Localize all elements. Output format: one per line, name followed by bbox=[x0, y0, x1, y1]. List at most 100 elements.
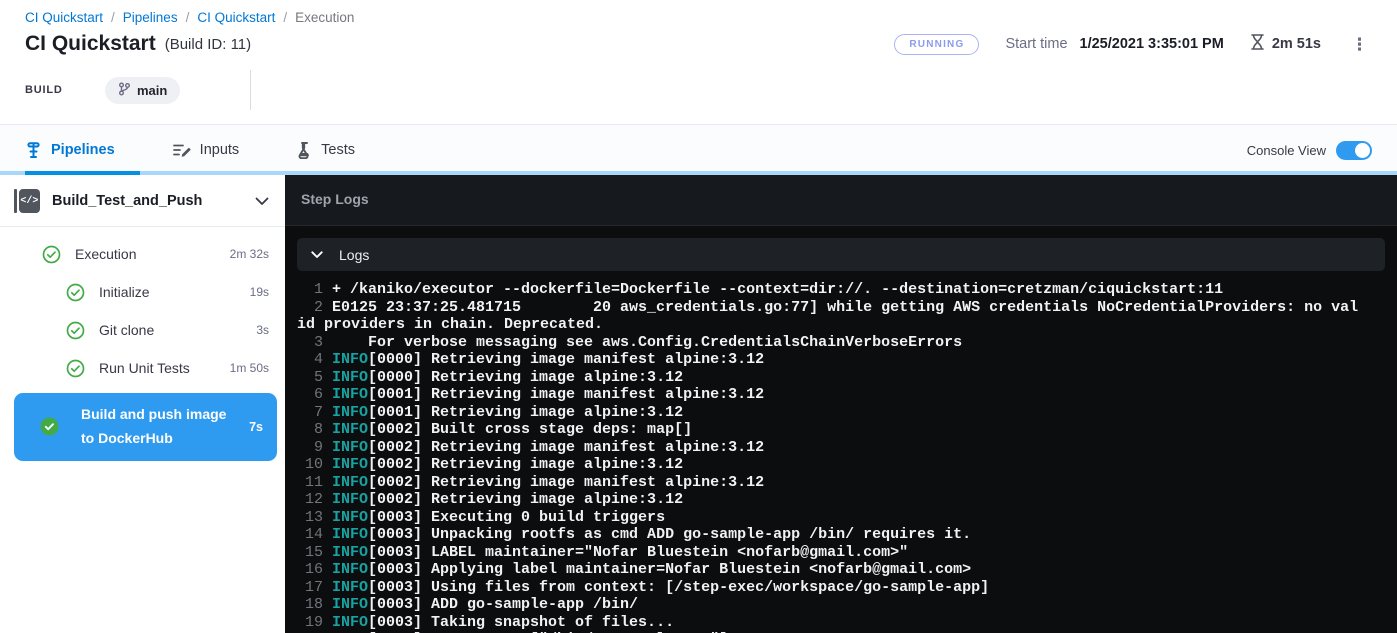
step-row-build-and-push-image-to-dockerhub[interactable]: Build and push image to DockerHub 7s bbox=[14, 393, 277, 461]
tab-pipelines[interactable]: Pipelines bbox=[25, 142, 115, 159]
pipelines-icon bbox=[25, 142, 42, 159]
log-info-tag: INFO bbox=[332, 474, 368, 491]
pipeline-sidebar: </> Build_Test_and_Push Execution 2m 32s I… bbox=[0, 175, 285, 633]
step-row-initialize[interactable]: Initialize 19s bbox=[0, 279, 285, 305]
log-info-tag: INFO bbox=[332, 561, 368, 578]
duration: 2m 51s bbox=[1250, 34, 1321, 54]
log-line-number: 4 bbox=[297, 351, 323, 369]
log-text: [0000] Retrieving image manifest alpine:… bbox=[368, 351, 764, 368]
step-duration: 19s bbox=[250, 285, 269, 299]
stage-header[interactable]: </> Build_Test_and_Push bbox=[0, 175, 285, 226]
log-line-number: 3 bbox=[297, 334, 323, 352]
log-line: 12 INFO[0002] Retrieving image alpine:3.1… bbox=[297, 491, 1363, 509]
log-text: [0002] Retrieving image manifest alpine:… bbox=[368, 439, 764, 456]
log-line-number: 2 bbox=[297, 299, 323, 317]
log-line-number: 18 bbox=[297, 596, 323, 614]
chevron-down-icon bbox=[311, 251, 323, 259]
step-row-execution[interactable]: Execution 2m 32s bbox=[0, 241, 285, 267]
log-text: [0003] Taking snapshot of files... bbox=[368, 614, 674, 631]
tab-tests[interactable]: Tests bbox=[297, 142, 355, 159]
log-line-number: 11 bbox=[297, 474, 323, 492]
log-text: [0002] Retrieving image alpine:3.12 bbox=[368, 456, 683, 473]
log-info-tag: INFO bbox=[332, 491, 368, 508]
breadcrumb-item[interactable]: CI Quickstart bbox=[25, 10, 103, 25]
chevron-down-icon[interactable] bbox=[255, 197, 269, 206]
log-line: 18INFO[0003] ADD go-sample-app /bin/ bbox=[297, 596, 1363, 614]
log-line: 9 INFO[0002] Retrieving image manifest al… bbox=[297, 439, 1363, 457]
step-row-git-clone[interactable]: Git clone3s bbox=[0, 317, 285, 343]
step-label: Execution bbox=[75, 246, 136, 262]
log-text: [0003] Unpacking rootfs as cmd ADD go-sa… bbox=[368, 526, 971, 543]
log-line-number: 15 bbox=[297, 544, 323, 562]
step-duration: 3s bbox=[256, 323, 269, 337]
branch-tag[interactable]: main bbox=[105, 77, 180, 104]
log-text: [0000] Retrieving image alpine:3.12 bbox=[368, 369, 683, 386]
logs-accordion[interactable]: Logs bbox=[297, 238, 1385, 271]
log-panel-title: Step Logs bbox=[301, 191, 369, 207]
breadcrumb-separator: / bbox=[186, 10, 190, 25]
log-text: [0003] Executing 0 build triggers bbox=[368, 509, 665, 526]
log-lines[interactable]: 1 + /kaniko/executor --dockerfile=Dockerf… bbox=[285, 277, 1363, 633]
log-line-number: 12 bbox=[297, 491, 323, 509]
step-label: Run Unit Tests bbox=[99, 360, 190, 376]
execution-header: CI Quickstart/Pipelines/CI Quickstart/Ex… bbox=[0, 0, 1397, 124]
log-line: 15INFO[0003] LABEL maintainer="Nofar Blu… bbox=[297, 544, 1363, 562]
log-info-tag: INFO bbox=[332, 421, 368, 438]
step-label: Build and push image to DockerHub bbox=[81, 403, 231, 451]
breadcrumb: CI Quickstart/Pipelines/CI Quickstart/Ex… bbox=[25, 10, 1372, 25]
start-time: Start time 1/25/2021 3:35:01 PM bbox=[1005, 36, 1223, 52]
stage-name: Build_Test_and_Push bbox=[52, 193, 202, 209]
step-duration: 1m 50s bbox=[230, 361, 269, 375]
log-text: [0003] Applying label maintainer=Nofar B… bbox=[368, 561, 971, 578]
log-text: [0003] Using files from context: [/step-… bbox=[368, 579, 989, 596]
log-text: + /kaniko/executor --dockerfile=Dockerfi… bbox=[332, 281, 1223, 298]
log-info-tag: INFO bbox=[332, 369, 368, 386]
breadcrumb-item[interactable]: Pipelines bbox=[123, 10, 178, 25]
log-text: For verbose messaging see aws.Config.Cre… bbox=[332, 334, 962, 351]
active-tab-underline bbox=[25, 171, 140, 175]
log-line: 3 For verbose messaging see aws.Config.C… bbox=[297, 334, 1363, 352]
log-text: [0002] Retrieving image alpine:3.12 bbox=[368, 491, 683, 508]
step-duration: 2m 32s bbox=[230, 247, 269, 261]
log-info-tag: INFO bbox=[332, 439, 368, 456]
page-title: CI Quickstart bbox=[25, 32, 156, 56]
tab-label: Inputs bbox=[200, 142, 240, 158]
log-info-tag: INFO bbox=[332, 579, 368, 596]
log-line-number: 5 bbox=[297, 369, 323, 387]
log-line: 10INFO[0002] Retrieving image alpine:3.1… bbox=[297, 456, 1363, 474]
breadcrumb-item[interactable]: CI Quickstart bbox=[197, 10, 275, 25]
breadcrumb-item: Execution bbox=[295, 10, 354, 25]
log-text: [0001] Retrieving image alpine:3.12 bbox=[368, 404, 683, 421]
log-text: [0001] Retrieving image manifest alpine:… bbox=[368, 386, 764, 403]
tab-label: Tests bbox=[321, 142, 355, 158]
branch-name: main bbox=[137, 83, 167, 98]
log-line-number: 6 bbox=[297, 386, 323, 404]
console-view-toggle[interactable] bbox=[1336, 141, 1372, 160]
log-line: 7INFO[0001] Retrieving image alpine:3.12 bbox=[297, 404, 1363, 422]
toggle-knob bbox=[1355, 143, 1370, 158]
log-info-tag: INFO bbox=[332, 614, 368, 631]
git-branch-icon bbox=[118, 82, 131, 99]
step-duration: 7s bbox=[249, 420, 263, 434]
log-text: E0125 23:37:25.481715 20 aws_credentials… bbox=[297, 299, 1358, 334]
step-row-run-unit-tests[interactable]: Run Unit Tests 1m 50s bbox=[0, 355, 285, 381]
log-line-number: 1 bbox=[297, 281, 323, 299]
log-panel-header: Step Logs bbox=[285, 175, 1397, 226]
log-line: 6INFO[0001] Retrieving image manifest al… bbox=[297, 386, 1363, 404]
tests-icon bbox=[297, 142, 312, 159]
success-check-icon bbox=[40, 417, 59, 436]
kebab-menu-icon[interactable]: ⋮ bbox=[1347, 36, 1372, 53]
log-line-number: 9 bbox=[297, 439, 323, 457]
log-line: 16INFO[0003] Applying label maintainer=N… bbox=[297, 561, 1363, 579]
log-panel: Step Logs Logs 1 + /kaniko/executor --doc… bbox=[285, 175, 1397, 633]
log-line: 14 INFO[0003] Unpacking rootfs as cmd ADD… bbox=[297, 526, 1363, 544]
tab-inputs[interactable]: Inputs bbox=[173, 142, 240, 158]
log-line-number: 7 bbox=[297, 404, 323, 422]
step-label: Initialize bbox=[99, 284, 150, 300]
breadcrumb-separator: / bbox=[111, 10, 115, 25]
log-line-number: 14 bbox=[297, 526, 323, 544]
logs-section-label: Logs bbox=[339, 247, 369, 263]
duration-value: 2m 51s bbox=[1272, 36, 1321, 52]
log-info-tag: INFO bbox=[332, 526, 368, 543]
log-line: 8INFO[0002] Built cross stage deps: map[… bbox=[297, 421, 1363, 439]
